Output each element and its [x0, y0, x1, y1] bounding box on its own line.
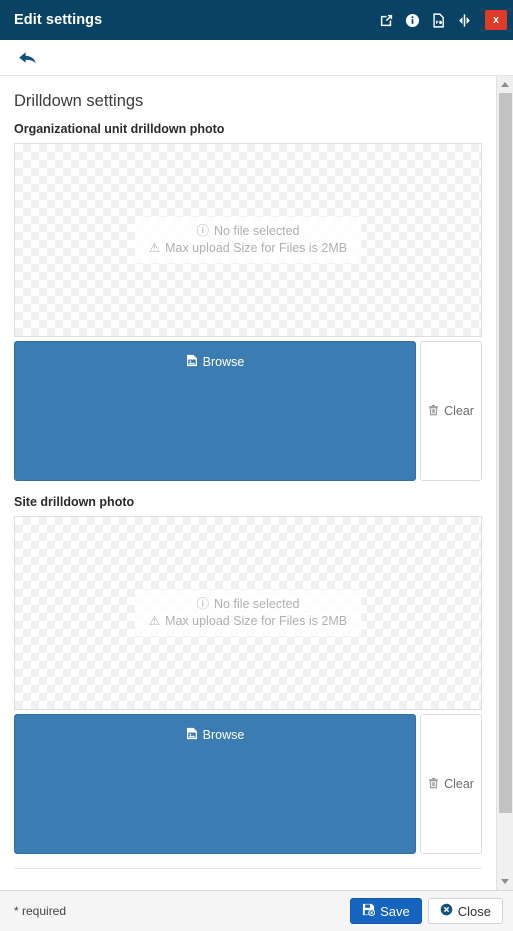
max-upload-text: Max upload Size for Files is 2MB: [165, 614, 348, 628]
chevron-up-icon: [501, 82, 509, 87]
no-file-line: ⓘ No file selected: [149, 223, 347, 240]
browse-label: Browse: [202, 355, 245, 369]
max-upload-text: Max upload Size for Files is 2MB: [165, 241, 348, 255]
dialog-title: Edit settings: [14, 12, 103, 28]
info-circle-icon: ⓘ: [196, 597, 210, 612]
pdf-icon[interactable]: [430, 12, 447, 29]
photo-preview-organizational-unit: ⓘ No file selected ⚠ Max upload Size for…: [14, 143, 482, 337]
vertical-scrollbar[interactable]: [496, 76, 513, 890]
trash-icon: [428, 777, 439, 792]
dialog-footer: * required Save Close: [0, 890, 513, 931]
required-note: * required: [14, 904, 67, 918]
info-circle-icon: ⓘ: [196, 224, 210, 239]
close-window-button[interactable]: x: [485, 10, 507, 30]
field-label-organizational-unit-photo: Organizational unit drilldown photo: [14, 122, 225, 136]
warning-triangle-icon: ⚠: [148, 241, 161, 256]
titlebar-icon-group: x: [378, 10, 507, 30]
chevron-down-icon: [501, 879, 509, 884]
footer-button-group: Save Close: [350, 898, 503, 924]
clear-label: Clear: [444, 777, 474, 791]
content-divider: [14, 868, 482, 869]
clear-button-site[interactable]: Clear: [420, 714, 482, 854]
scrollbar-track[interactable]: [497, 93, 513, 873]
close-label: Close: [457, 903, 491, 919]
scrollbar-thumb[interactable]: [499, 93, 512, 813]
field-group-organizational-unit-photo: Organizational unit drilldown photo ⓘ No…: [14, 122, 482, 481]
photo-actions-site: Browse Clear: [14, 714, 482, 854]
browse-button-site[interactable]: Browse: [14, 714, 416, 854]
trash-icon: [428, 404, 439, 419]
no-file-line: ⓘ No file selected: [149, 596, 347, 613]
save-disk-icon: [362, 903, 376, 919]
scroll-down-button[interactable]: [497, 873, 513, 890]
dialog-toolbar: [0, 40, 513, 76]
page-title: Drilldown settings: [14, 92, 144, 110]
warning-triangle-icon: ⚠: [148, 614, 161, 629]
resize-width-icon[interactable]: [456, 12, 473, 29]
close-button[interactable]: Close: [427, 898, 503, 924]
save-button[interactable]: Save: [350, 898, 422, 924]
clear-button-organizational-unit[interactable]: Clear: [420, 341, 482, 481]
save-label: Save: [380, 903, 410, 919]
popout-icon[interactable]: [378, 12, 395, 29]
field-group-site-photo: Site drilldown photo ⓘ No file selected …: [14, 495, 482, 854]
max-upload-line: ⚠ Max upload Size for Files is 2MB: [149, 240, 347, 257]
no-file-text: No file selected: [214, 224, 300, 239]
max-upload-line: ⚠ Max upload Size for Files is 2MB: [149, 613, 347, 630]
dialog-body: Drilldown settings Organizational unit d…: [0, 76, 513, 890]
close-window-label: x: [492, 13, 500, 26]
edit-settings-dialog: Edit settings x Drilldown settings Organ…: [0, 0, 513, 931]
clear-label: Clear: [444, 404, 474, 418]
photo-preview-site: ⓘ No file selected ⚠ Max upload Size for…: [14, 516, 482, 710]
dialog-titlebar: Edit settings x: [0, 0, 513, 40]
close-circle-icon: [440, 903, 453, 919]
browse-label: Browse: [202, 728, 245, 742]
field-label-site-photo: Site drilldown photo: [14, 495, 135, 509]
browse-button-organizational-unit[interactable]: Browse: [14, 341, 416, 481]
no-file-message-organizational-unit: ⓘ No file selected ⚠ Max upload Size for…: [134, 217, 362, 263]
settings-content: Drilldown settings Organizational unit d…: [0, 76, 496, 890]
browse-file-icon: [186, 354, 198, 370]
browse-file-icon: [186, 727, 198, 743]
back-arrow-icon[interactable]: [16, 46, 40, 70]
no-file-text: No file selected: [214, 597, 300, 612]
photo-actions-organizational-unit: Browse Clear: [14, 341, 482, 481]
no-file-message-site: ⓘ No file selected ⚠ Max upload Size for…: [134, 590, 362, 636]
info-icon[interactable]: [404, 12, 421, 29]
scroll-up-button[interactable]: [497, 76, 513, 93]
